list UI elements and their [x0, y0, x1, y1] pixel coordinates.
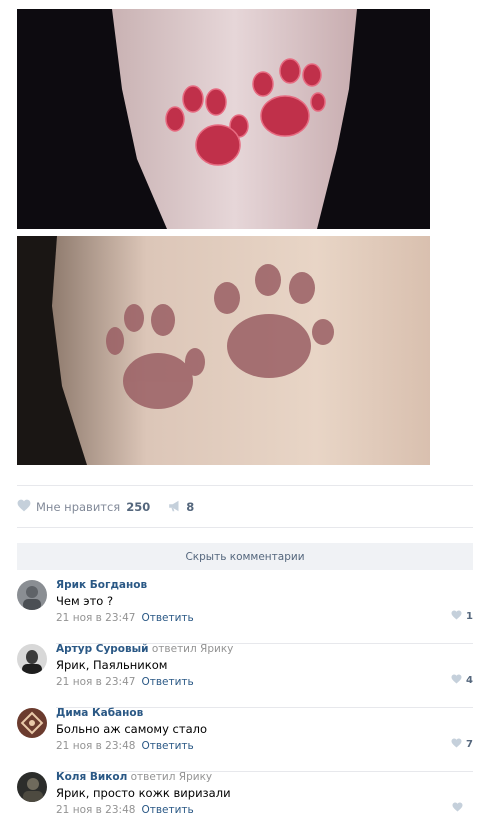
reply-button[interactable]: Ответить [141, 804, 193, 816]
like-count: 250 [126, 500, 151, 514]
comment-like-count: 4 [466, 675, 473, 686]
reply-button[interactable]: Ответить [141, 740, 193, 752]
comment-text: Больно аж самому стало [56, 722, 207, 736]
comment-text: Чем это ? [56, 594, 114, 608]
divider [17, 485, 473, 486]
comment-like-count: 1 [466, 611, 473, 622]
comment-time[interactable]: 21 ноя в 23:47 [56, 612, 135, 624]
share-count: 8 [186, 500, 195, 514]
comment-time[interactable]: 21 ноя в 23:48 [56, 740, 135, 752]
comment-like-count: 7 [466, 739, 473, 750]
comment-time[interactable]: 21 ноя в 23:47 [56, 676, 135, 688]
comment-item: Коля Викол ответил Ярику Ярик, просто ко… [17, 771, 473, 833]
comment-author[interactable]: Артур Суровый [56, 643, 149, 655]
comment-text: Ярик, просто кожк виризали [56, 786, 231, 800]
post-actions: Мне нравится 250 8 [17, 498, 194, 516]
post-photo-2[interactable] [17, 236, 430, 465]
like-button[interactable]: Мне нравится 250 [17, 499, 150, 515]
reply-button[interactable]: Ответить [141, 612, 193, 624]
heart-icon [17, 499, 31, 515]
reply-button[interactable]: Ответить [141, 676, 193, 688]
replied-to[interactable]: ответил Ярику [131, 771, 213, 783]
divider [17, 527, 473, 528]
like-label: Мне нравится [36, 500, 121, 514]
comment-like-button[interactable]: 1 [451, 610, 473, 623]
comment-item: Ярик Богданов Чем это ? 21 ноя в 23:47 От… [17, 579, 473, 644]
heart-icon [451, 674, 462, 687]
share-button[interactable]: 8 [168, 500, 194, 515]
comment-item: Дима Кабанов Больно аж самому стало 21 н… [17, 707, 473, 772]
post-photo-1[interactable] [17, 9, 430, 229]
hide-comments-button[interactable]: Скрыть комментарии [17, 543, 473, 570]
comment-author[interactable]: Коля Викол [56, 771, 127, 783]
comment-like-button[interactable]: 4 [451, 674, 473, 687]
avatar[interactable] [17, 708, 47, 738]
avatar[interactable] [17, 580, 47, 610]
comment-like-button[interactable] [452, 802, 473, 815]
comment-item: Артур Суровый ответил Ярику Ярик, Паяльн… [17, 643, 473, 708]
comment-author[interactable]: Ярик Богданов [56, 579, 147, 591]
avatar[interactable] [17, 644, 47, 674]
heart-icon [451, 610, 462, 623]
heart-icon [452, 802, 463, 815]
replied-to[interactable]: ответил Ярику [152, 643, 234, 655]
avatar[interactable] [17, 772, 47, 802]
comment-author[interactable]: Дима Кабанов [56, 707, 143, 719]
heart-icon [451, 738, 462, 751]
comment-like-button[interactable]: 7 [451, 738, 473, 751]
comment-time[interactable]: 21 ноя в 23:48 [56, 804, 135, 816]
megaphone-icon [168, 500, 182, 515]
comment-text: Ярик, Паяльником [56, 658, 168, 672]
